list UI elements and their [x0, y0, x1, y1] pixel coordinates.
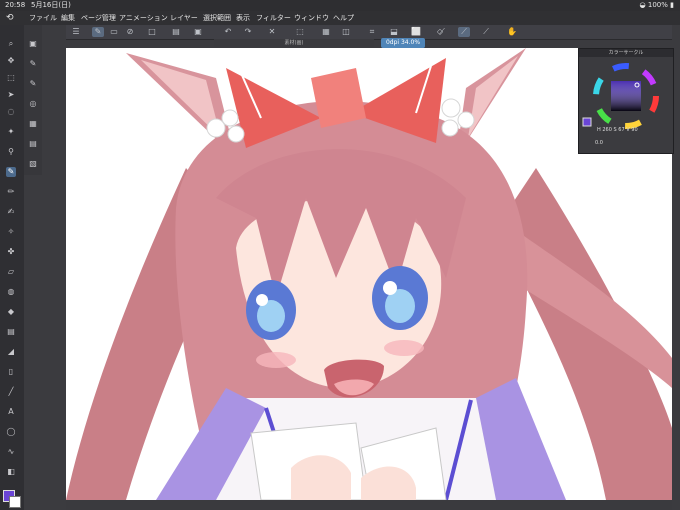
menu-edit[interactable]: 編集 [61, 11, 75, 25]
subtool-4-icon[interactable]: ◎ [28, 99, 38, 109]
stroke-a-icon[interactable]: ⟋ [436, 27, 448, 37]
menu-filter[interactable]: フィルター [256, 11, 291, 25]
menu-window[interactable]: ウィンドウ [294, 11, 329, 25]
pen-mode-icon[interactable]: ✎ [92, 27, 104, 37]
subtool-5-icon[interactable]: ▦ [28, 119, 38, 129]
s-value[interactable]: 67 [618, 127, 624, 133]
subtool-3-icon[interactable]: ✎ [28, 79, 38, 89]
eyedropper-icon[interactable]: ⚲ [6, 147, 16, 157]
s-label: S [613, 127, 617, 133]
color-wheel[interactable] [579, 58, 673, 134]
status-time: 20:58 [5, 1, 26, 9]
clear-icon[interactable]: ✕ [266, 27, 278, 37]
v-value[interactable]: 90 [631, 127, 637, 133]
color-circle-panel: カラーサークル H 260 S 67 V 90 0.0 [578, 48, 674, 154]
open-folder-icon[interactable]: ▤ [170, 27, 182, 37]
command-bar: ☰ ✎ ▭ ⊘ □ ▤ ▣ ↶ ↷ ✕ ⬚ ▦ ◫ ⌗ ⬓ ⬜ ◇ ⟋ ⟋ ⟋ … [66, 25, 672, 40]
lasso-tool-icon[interactable]: ◌ [6, 107, 16, 117]
wifi-icon: ◒ [639, 1, 646, 9]
menu-file[interactable]: ファイル [29, 11, 57, 25]
color-panel-footer: 0.0 [595, 140, 603, 146]
move-tool-icon[interactable]: ✥ [6, 56, 16, 66]
v-label: V [626, 127, 630, 133]
redo-icon[interactable]: ↷ [242, 27, 254, 37]
layer-icon[interactable]: ◧ [6, 467, 16, 477]
current-color-chip [582, 117, 592, 127]
hamburger-icon[interactable]: ☰ [70, 27, 82, 37]
subtool-2-icon[interactable]: ✎ [28, 59, 38, 69]
select-tool-icon[interactable]: ⬚ [6, 73, 16, 83]
sync-icon[interactable]: ⊘ [124, 27, 136, 37]
crop-icon[interactable]: ⌗ [366, 27, 378, 37]
frame-tool-icon[interactable]: ▯ [6, 367, 16, 377]
pencil-tool-icon[interactable]: ✏ [6, 187, 16, 197]
sub-tool-palette: ▣ ✎ ✎ ◎ ▦ ▤ ▧ [24, 25, 42, 175]
balloon-tool-icon[interactable]: ◯ [6, 427, 16, 437]
zoom-indicator: 0dpi 34.0% [381, 38, 425, 48]
hand-icon[interactable]: ✋ [506, 27, 518, 37]
stroke-c-icon[interactable]: ⟋ [480, 27, 492, 37]
menu-layer[interactable]: レイヤー [170, 11, 198, 25]
save-icon[interactable]: ▣ [192, 27, 204, 37]
menu-view[interactable]: 表示 [236, 11, 250, 25]
status-bar: 20:58 5月16日(日) ◒ 100% ▮ [0, 0, 680, 11]
h-label: H [597, 127, 601, 133]
hsv-values: H 260 S 67 V 90 [597, 127, 638, 133]
eraser-tool-icon[interactable]: ▱ [6, 267, 16, 277]
menu-help[interactable]: ヘルプ [333, 11, 354, 25]
subtool-6-icon[interactable]: ▤ [28, 139, 38, 149]
h-value[interactable]: 260 [602, 127, 612, 133]
gradient-tool-icon[interactable]: ▤ [6, 327, 16, 337]
decoration-tool-icon[interactable]: ✤ [6, 247, 16, 257]
deselect-icon[interactable]: ▦ [320, 27, 332, 37]
fill-tool-icon[interactable]: ◆ [6, 307, 16, 317]
menu-animation[interactable]: アニメーション [119, 11, 168, 25]
color-panel-title: カラーサークル [579, 49, 673, 57]
menu-page[interactable]: ページ管理 [81, 11, 116, 25]
transform-icon[interactable]: ⬚ [294, 27, 306, 37]
stroke-b-icon[interactable]: ⟋ [458, 27, 470, 37]
pen-tool-icon[interactable]: ✎ [6, 167, 16, 177]
blend-tool-icon[interactable]: ◍ [6, 287, 16, 297]
text-tool-icon[interactable]: A [6, 407, 16, 417]
new-file-icon[interactable]: □ [146, 27, 158, 37]
battery-indicator: ◒ 100% ▮ [640, 0, 674, 11]
brush-tool-icon[interactable]: ✍ [6, 207, 16, 217]
zoom-tool-icon[interactable]: ⌕ [6, 39, 16, 49]
smartphone-icon[interactable]: ▭ [108, 27, 120, 37]
fill-icon[interactable]: ⬓ [388, 27, 400, 37]
document-title: 素材(画) [214, 39, 374, 47]
ruler-tool-icon[interactable]: ╱ [6, 387, 16, 397]
invert-selection-icon[interactable]: ◫ [340, 27, 352, 37]
app-menu-icon[interactable]: ⟲ [6, 11, 14, 25]
opacity-value[interactable]: 0.0 [595, 140, 603, 146]
tool-palette: ⌕ ✥ ⬚ ➤ ◌ ✦ ⚲ ✎ ✏ ✍ ✧ ✤ ▱ ◍ ◆ ▤ ◢ ▯ ╱ A … [0, 25, 24, 510]
airbrush-tool-icon[interactable]: ✧ [6, 227, 16, 237]
expand-icon[interactable]: ⬜ [410, 27, 422, 37]
correct-line-icon[interactable]: ∿ [6, 447, 16, 457]
menu-bar: ⟲ ファイル 編集 ページ管理 アニメーション レイヤー 選択範囲 表示 フィル… [0, 11, 680, 25]
canvas-footer [66, 500, 672, 510]
sub-color-swatch[interactable] [9, 496, 21, 508]
battery-percent: 100% [647, 1, 668, 9]
subtool-7-icon[interactable]: ▧ [28, 159, 38, 169]
status-date: 5月16日(日) [31, 1, 71, 9]
figure-tool-icon[interactable]: ◢ [6, 347, 16, 357]
subtool-1-icon[interactable]: ▣ [28, 39, 38, 49]
operation-tool-icon[interactable]: ➤ [6, 90, 16, 100]
battery-icon: ▮ [670, 1, 674, 9]
magic-wand-icon[interactable]: ✦ [6, 127, 16, 137]
undo-icon[interactable]: ↶ [222, 27, 234, 37]
menu-selection[interactable]: 選択範囲 [203, 11, 231, 25]
